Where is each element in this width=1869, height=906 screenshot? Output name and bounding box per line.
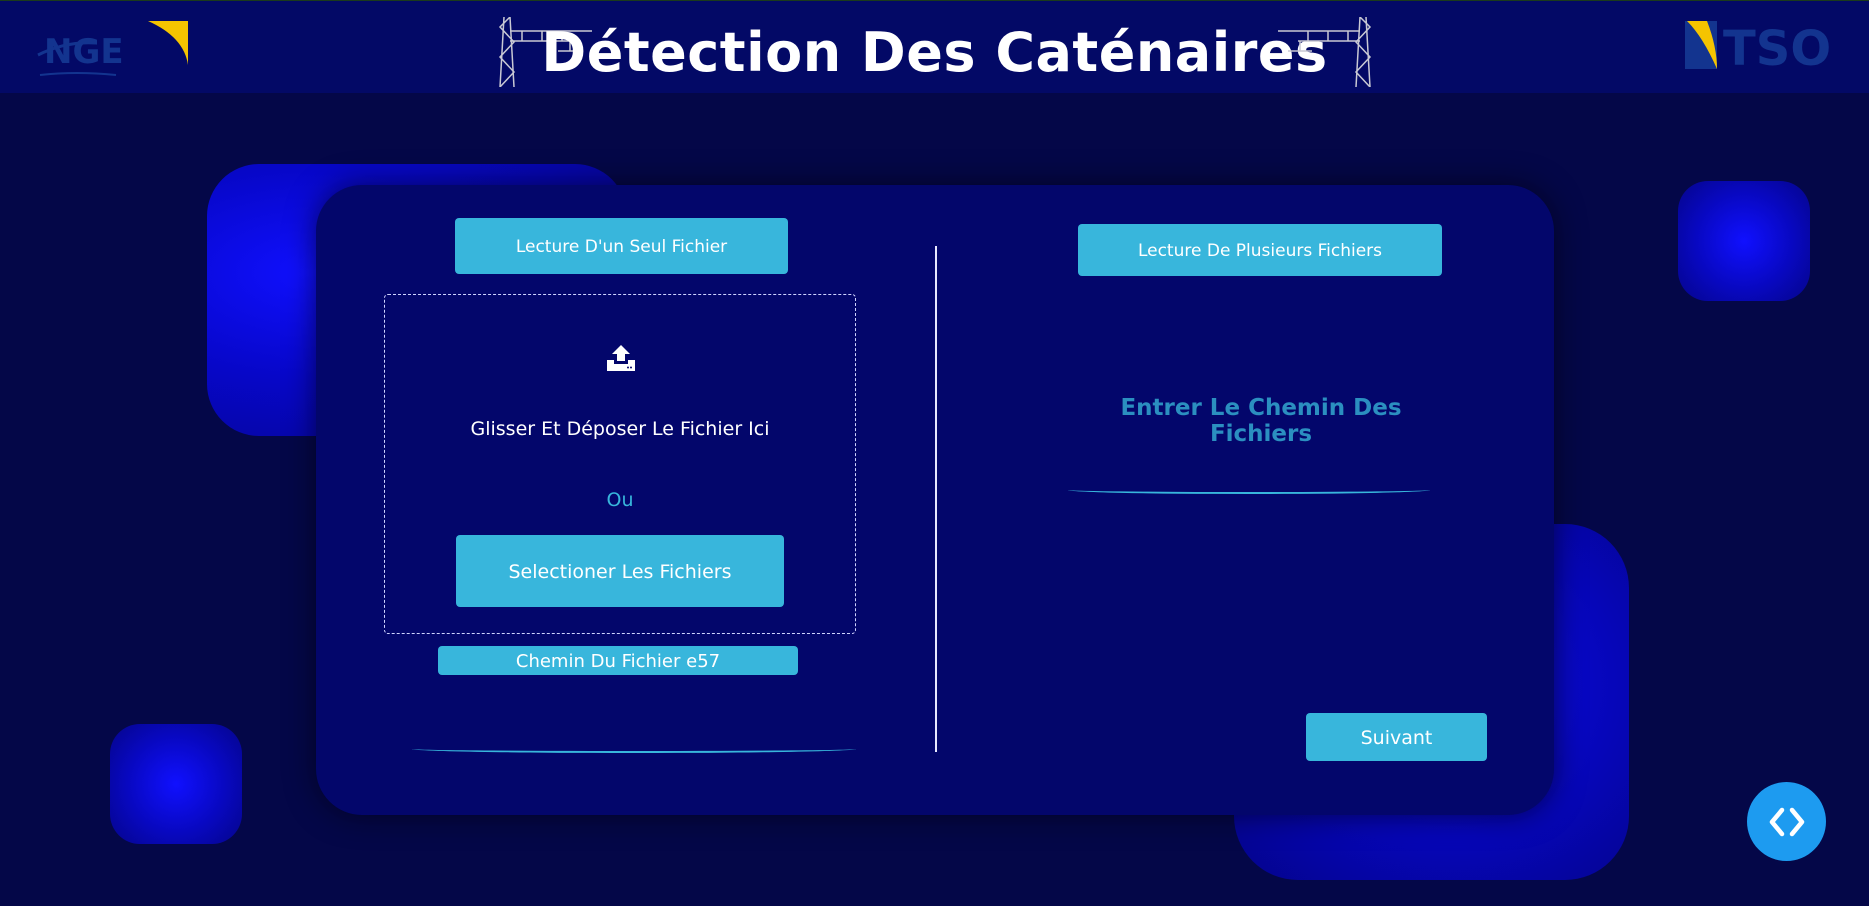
file-dropzone[interactable]: Glisser Et Déposer Le Fichier Ici Ou Sel… [384,294,856,634]
files-path-input[interactable] [1068,486,1430,494]
select-files-button[interactable]: Selectioner Les Fichiers [456,535,784,607]
app-header: NGE Détection Des Caténaires TSO [0,0,1869,93]
next-button[interactable]: Suivant [1306,713,1487,761]
code-toggle-icon [1769,807,1805,837]
upload-icon [607,345,635,371]
decor-blob [110,724,242,844]
catenary-pylon-icon [1278,17,1372,87]
tso-logo: TSO [1685,21,1831,75]
tso-logo-text: TSO [1723,21,1831,75]
page-title: Détection Des Caténaires [541,21,1328,84]
e57-path-input[interactable] [412,745,856,753]
drop-instructions: Glisser Et Déposer Le Fichier Ici [470,418,770,440]
upload-card: Lecture D'un Seul Fichier Glisser Et Dép… [316,185,1554,815]
files-path-label: Entrer Le Chemin Des Fichiers [1120,395,1402,447]
or-separator: Ou [606,489,634,511]
multi-file-button[interactable]: Lecture De Plusieurs Fichiers [1078,224,1442,276]
code-toggle-button[interactable] [1747,782,1826,861]
single-file-button[interactable]: Lecture D'un Seul Fichier [455,218,788,274]
e57-path-button[interactable]: Chemin Du Fichier e57 [438,646,798,675]
section-divider [935,246,937,752]
decor-blob [1678,181,1810,301]
